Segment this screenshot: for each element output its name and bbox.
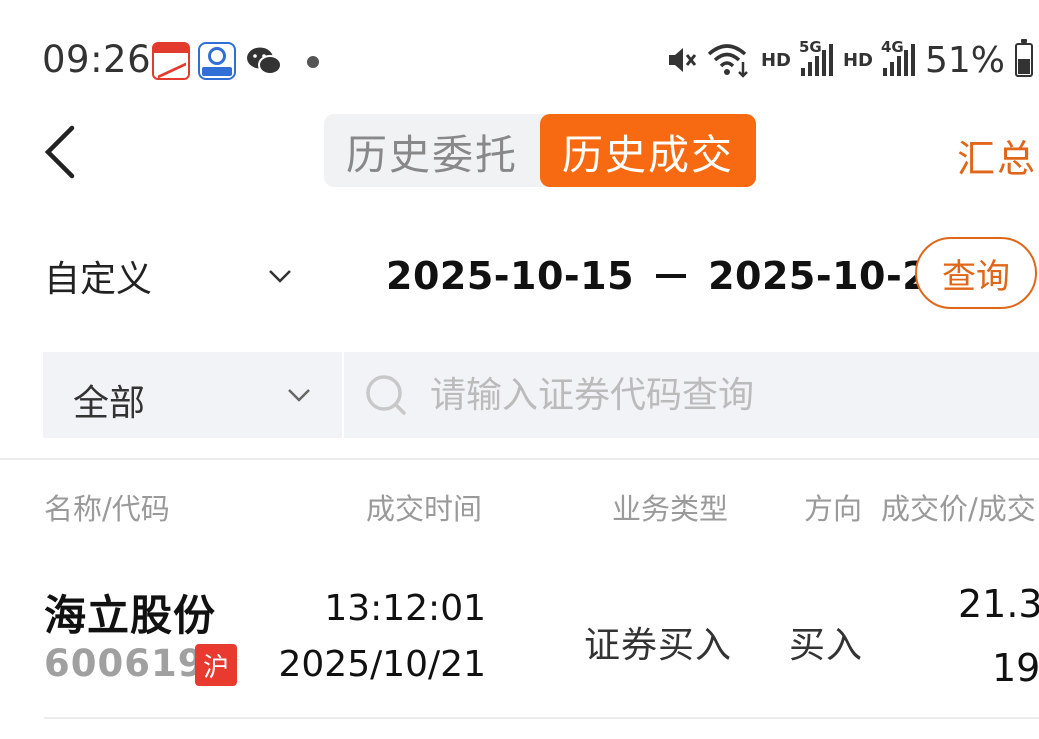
trade-time: 13:12:01 — [324, 588, 486, 629]
date-range-separator — [656, 274, 687, 278]
securities-app-notification-icon — [198, 42, 236, 80]
trade-quantity: 1900 — [992, 646, 1039, 690]
column-header-direction: 方向 — [804, 492, 863, 526]
mute-icon — [668, 48, 697, 72]
start-date[interactable]: 2025-10-15 — [386, 254, 634, 298]
search-icon — [366, 375, 406, 415]
column-header-price: 成交价/成交 — [881, 492, 1036, 526]
query-button[interactable]: 查询 — [915, 237, 1037, 309]
section-divider — [0, 458, 1039, 460]
trade-direction: 买入 — [789, 625, 864, 666]
market-select[interactable]: 全部 — [43, 352, 342, 438]
history-tabs: 历史委托 历史成交 — [324, 114, 756, 187]
summary-link[interactable]: 汇总 — [957, 128, 1037, 183]
chevron-left-icon — [44, 125, 75, 179]
hd-badge-1: HD — [760, 49, 791, 71]
status-bar: 09:26 HD 5G HD 4G 51% — [0, 0, 1039, 110]
wechat-notification-icon — [247, 47, 282, 75]
search-input[interactable] — [430, 374, 1010, 416]
status-indicators: HD 5G HD 4G 51% — [665, 38, 1039, 82]
more-notifications-dot — [307, 56, 319, 68]
trade-date: 2025/10/21 — [278, 644, 487, 685]
battery-icon — [1015, 39, 1033, 77]
hd-badge-2: HD — [842, 49, 873, 71]
back-button[interactable] — [40, 124, 80, 180]
table-row[interactable]: 海立股份 600619 沪 13:12:01 2025/10/21 证券买入 买… — [0, 560, 1039, 720]
column-header-name: 名称/代码 — [44, 492, 170, 526]
signal-2-icon: 4G — [881, 38, 915, 76]
battery-percent: 51% — [924, 39, 1005, 81]
tab-history-trades[interactable]: 历史成交 — [540, 114, 756, 187]
date-range-type-select[interactable]: 自定义 — [44, 248, 300, 304]
chevron-down-icon — [288, 389, 310, 402]
trade-price: 21.39 — [958, 582, 1039, 626]
trading-app-notification-icon — [152, 42, 190, 80]
tab-history-orders[interactable]: 历史委托 — [324, 114, 540, 187]
network-gen-2: 4G — [880, 38, 904, 56]
market-badge: 沪 — [195, 644, 237, 686]
chevron-down-icon — [269, 270, 291, 283]
signal-1-icon: 5G — [799, 38, 833, 76]
stock-name: 海立股份 — [44, 591, 217, 640]
date-range: 2025-10-15 2025-10-21 — [386, 248, 956, 304]
search-box — [344, 352, 1039, 438]
row-divider — [44, 717, 1039, 719]
status-time: 09:26 — [42, 38, 152, 81]
column-header-time: 成交时间 — [366, 492, 483, 526]
date-range-type-label: 自定义 — [44, 259, 153, 300]
network-gen-1: 5G — [798, 38, 822, 56]
business-type: 证券买入 — [584, 625, 733, 666]
stock-code: 600619 — [44, 642, 205, 685]
market-select-label: 全部 — [73, 383, 146, 424]
column-header-type: 业务类型 — [612, 492, 729, 526]
wifi-icon — [707, 44, 748, 78]
